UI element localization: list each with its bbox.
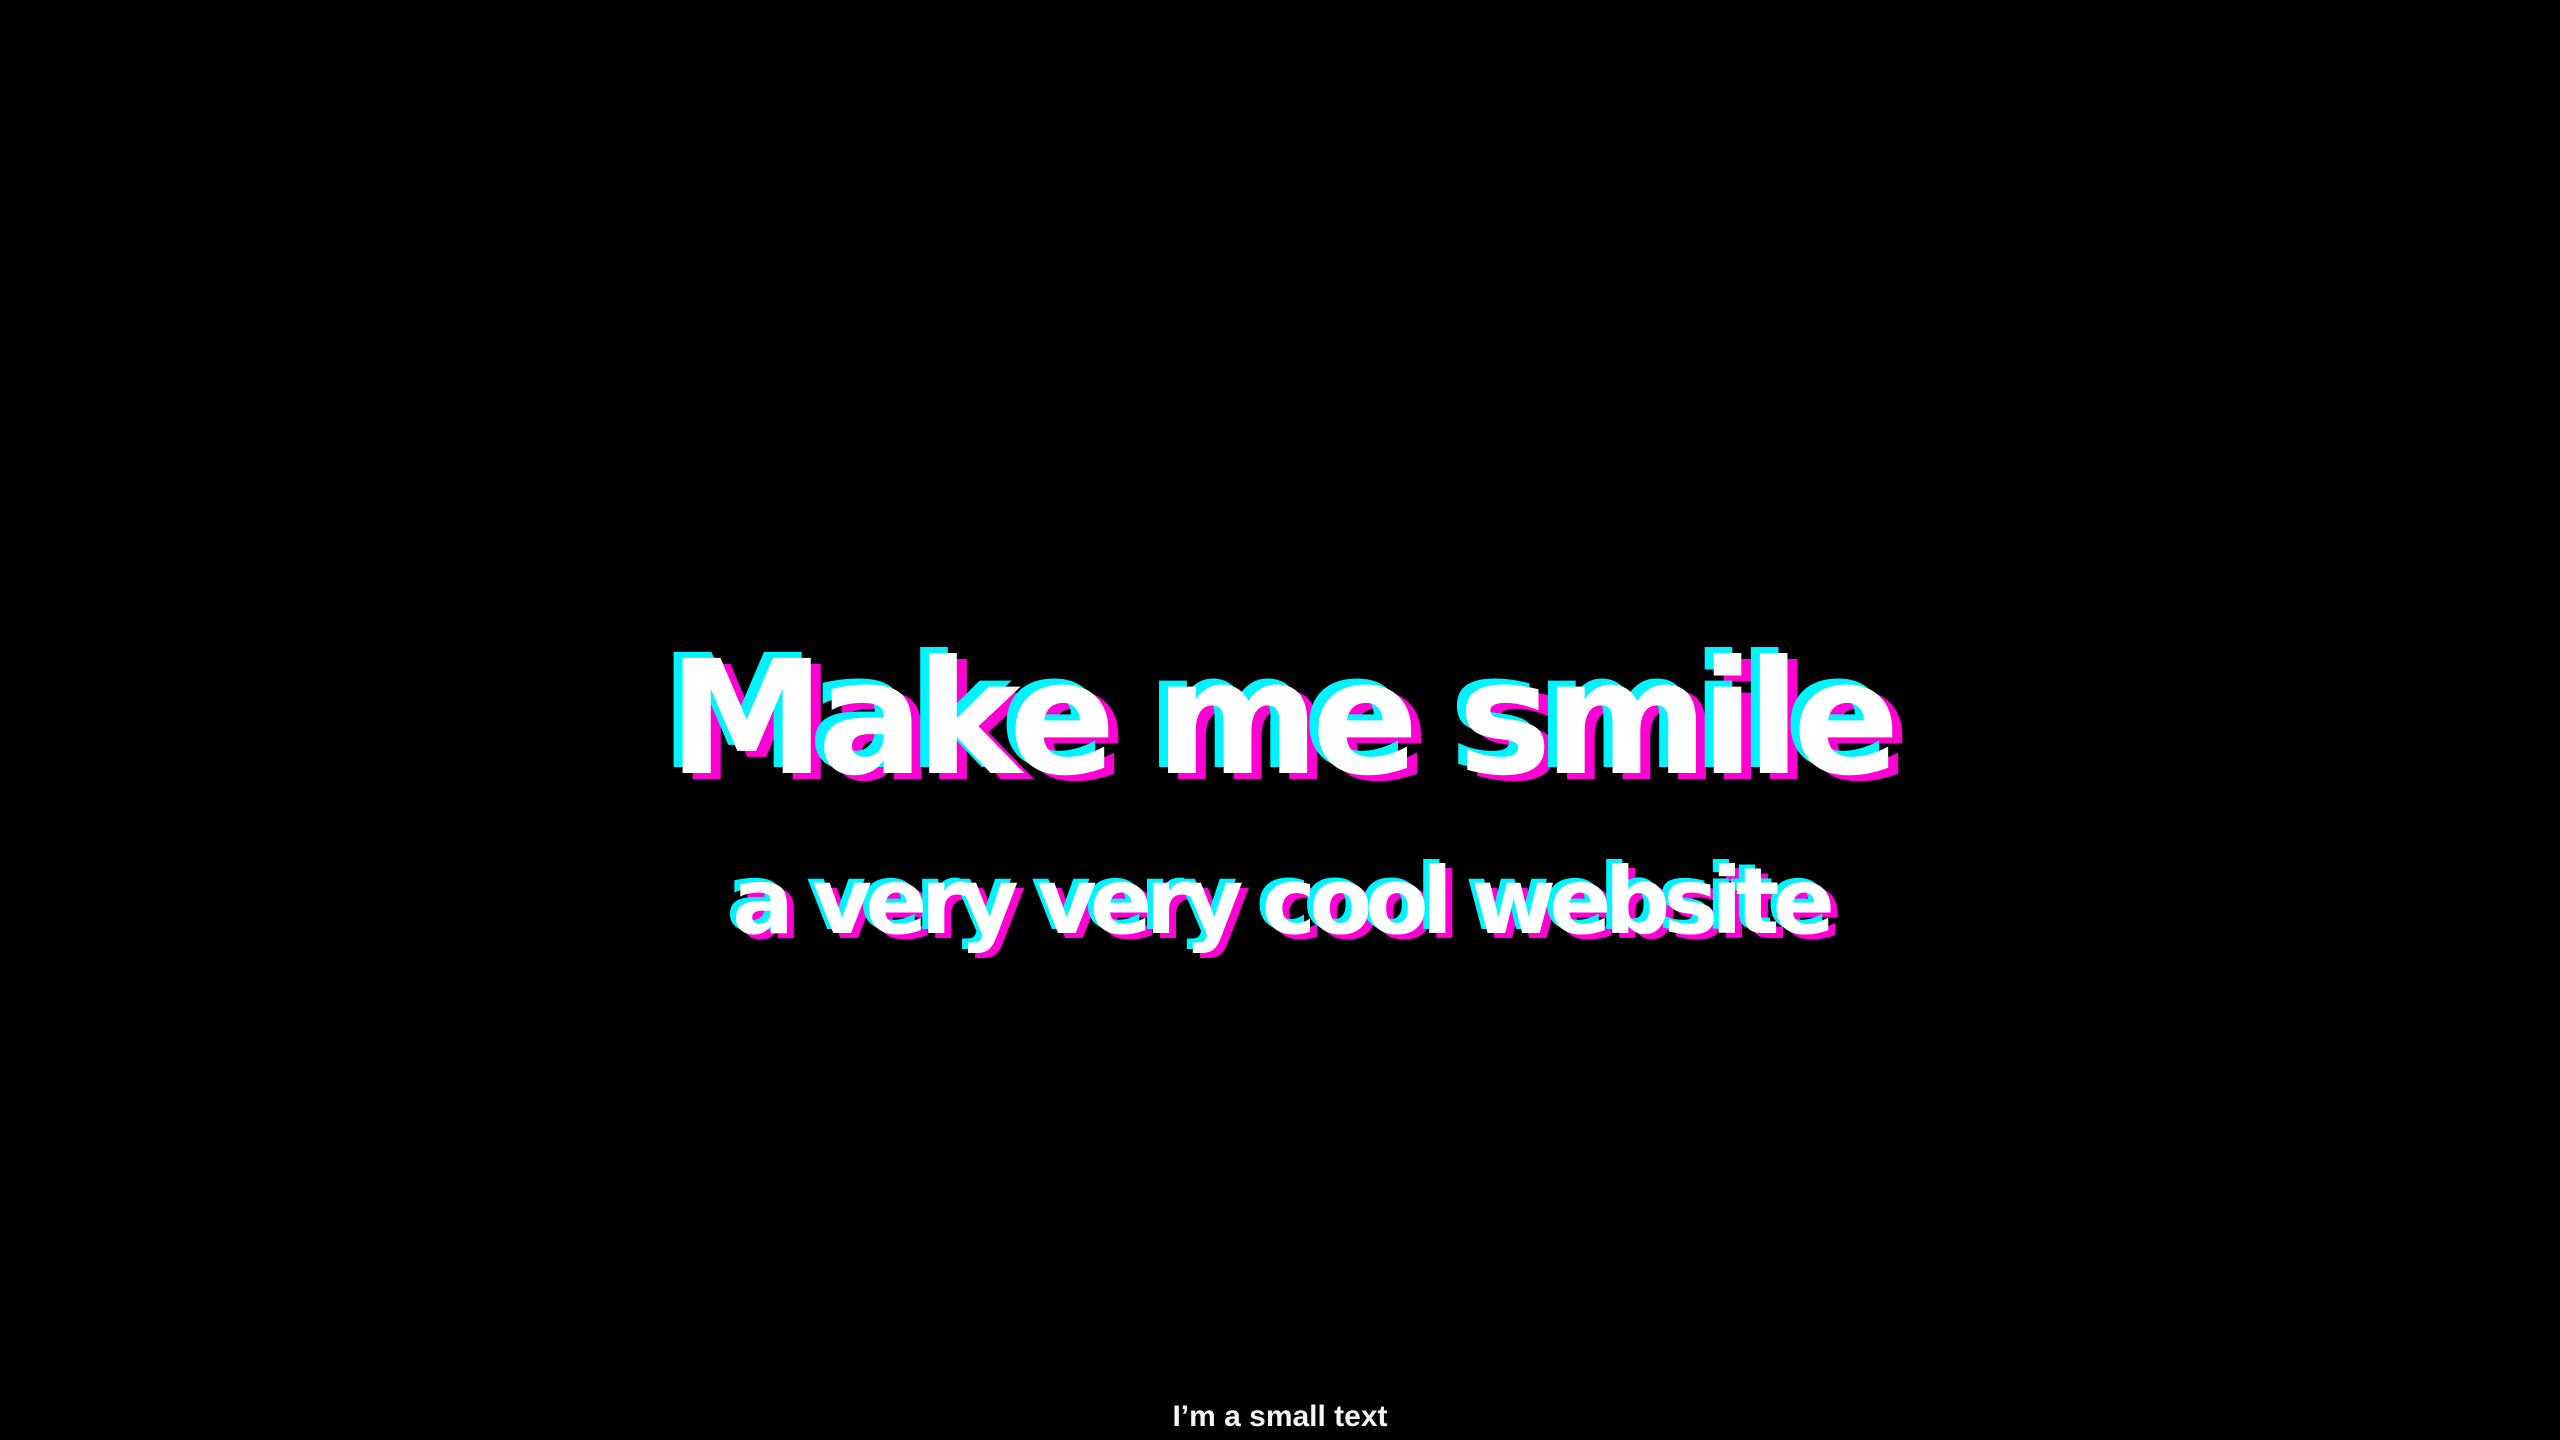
landing-page: Make me smile a very very cool website I…: [0, 0, 2560, 1440]
hero-section: Make me smile a very very cool website: [0, 640, 2560, 948]
hero-title: Make me smile: [668, 627, 1900, 811]
small-footer-text: I’m a small text: [1172, 1400, 1388, 1433]
hero-subtitle: a very very cool website: [731, 848, 1835, 955]
